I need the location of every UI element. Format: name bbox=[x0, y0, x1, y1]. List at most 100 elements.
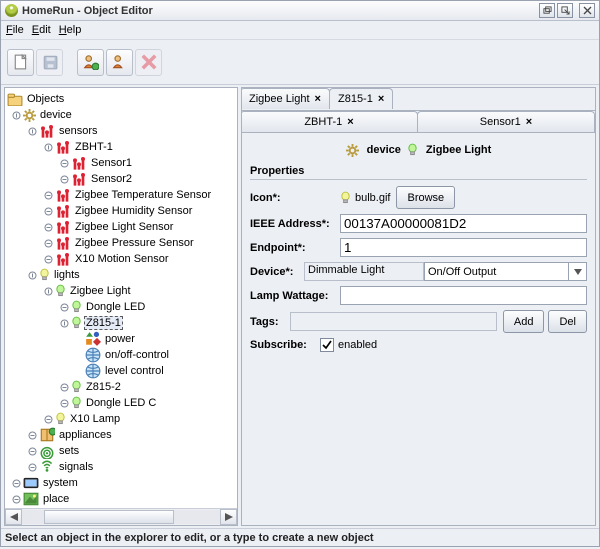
expand-icon[interactable] bbox=[41, 252, 55, 266]
ieee-input[interactable] bbox=[340, 214, 587, 233]
tree-level[interactable]: level control bbox=[5, 363, 237, 379]
close-icon[interactable]: × bbox=[347, 116, 353, 128]
tree-zhum[interactable]: Zigbee Humidity Sensor bbox=[5, 203, 237, 219]
gear-icon bbox=[346, 144, 359, 157]
expand-icon[interactable] bbox=[41, 236, 55, 250]
tabrow-top: Zigbee Light × Z815-1 × bbox=[241, 88, 595, 110]
hscrollbar[interactable] bbox=[5, 508, 237, 525]
tree-sensor2[interactable]: Sensor2 bbox=[5, 171, 237, 187]
tree-root[interactable]: Objects bbox=[5, 91, 237, 107]
globe-icon bbox=[85, 348, 101, 363]
close-icon[interactable]: × bbox=[378, 93, 384, 105]
tree-z8151[interactable]: Z815-1 bbox=[5, 315, 237, 331]
menu-edit[interactable]: Edit bbox=[32, 24, 51, 36]
tree-sets[interactable]: sets bbox=[5, 443, 237, 459]
del-button[interactable]: Del bbox=[548, 310, 587, 333]
sensor-icon bbox=[71, 172, 87, 187]
tree-dongleledc[interactable]: Dongle LED C bbox=[5, 395, 237, 411]
expand-icon[interactable] bbox=[41, 412, 55, 426]
tool-user-button[interactable] bbox=[106, 49, 133, 76]
scroll-right-button[interactable] bbox=[220, 509, 237, 525]
tree-signals[interactable]: signals bbox=[5, 459, 237, 475]
tree-device[interactable]: device bbox=[5, 107, 237, 123]
tree-zlight[interactable]: Zigbee Light Sensor bbox=[5, 219, 237, 235]
editor-body: device Zigbee Light Properties Icon*: bu… bbox=[242, 132, 595, 525]
bulb-icon bbox=[55, 284, 66, 298]
window-maximize-button[interactable] bbox=[557, 3, 573, 18]
endpoint-input[interactable] bbox=[340, 238, 587, 257]
chevron-down-icon[interactable] bbox=[569, 262, 587, 281]
tree-zigbeelight[interactable]: Zigbee Light bbox=[5, 283, 237, 299]
expand-icon[interactable] bbox=[57, 380, 71, 394]
expand-icon[interactable] bbox=[25, 444, 39, 458]
device-label: Device*: bbox=[250, 266, 304, 278]
sensor-icon bbox=[55, 188, 71, 203]
tree-system[interactable]: system bbox=[5, 475, 237, 491]
menubar: File Edit Help bbox=[1, 21, 599, 40]
menu-help[interactable]: Help bbox=[59, 24, 82, 36]
sensor-icon bbox=[71, 156, 87, 171]
app-icon bbox=[5, 4, 18, 17]
lampw-label: Lamp Wattage: bbox=[250, 290, 340, 302]
window-restore-button[interactable] bbox=[539, 3, 555, 18]
collapse-icon[interactable] bbox=[9, 108, 23, 122]
tree-dongleled[interactable]: Dongle LED bbox=[5, 299, 237, 315]
tab-z815-1[interactable]: Z815-1 × bbox=[329, 88, 393, 109]
tree-zpress[interactable]: Zigbee Pressure Sensor bbox=[5, 235, 237, 251]
scroll-thumb[interactable] bbox=[44, 510, 174, 524]
collapse-icon[interactable] bbox=[41, 140, 55, 154]
icon-label: Icon*: bbox=[250, 192, 340, 204]
tree-sensors[interactable]: sensors bbox=[5, 123, 237, 139]
tool-save-button[interactable] bbox=[36, 49, 63, 76]
expand-icon[interactable] bbox=[25, 428, 39, 442]
device-dropdown[interactable]: On/Off Output bbox=[424, 262, 569, 281]
scroll-left-button[interactable] bbox=[5, 509, 22, 525]
browse-button[interactable]: Browse bbox=[396, 186, 455, 209]
tree-sensor1[interactable]: Sensor1 bbox=[5, 155, 237, 171]
expand-icon[interactable] bbox=[9, 492, 23, 506]
signal-icon bbox=[39, 460, 55, 475]
lamp-wattage-input[interactable] bbox=[340, 286, 587, 305]
expand-icon[interactable] bbox=[9, 476, 23, 490]
tree-place[interactable]: place bbox=[5, 491, 237, 507]
tab-zigbee-light[interactable]: Zigbee Light × bbox=[241, 88, 330, 109]
tree-z8152[interactable]: Z815-2 bbox=[5, 379, 237, 395]
tree-lights[interactable]: lights bbox=[5, 267, 237, 283]
tab-sensor1[interactable]: Sensor1 × bbox=[417, 111, 595, 132]
add-button[interactable]: Add bbox=[503, 310, 545, 333]
tool-delete-button[interactable] bbox=[135, 49, 162, 76]
tree-ztemp[interactable]: Zigbee Temperature Sensor bbox=[5, 187, 237, 203]
tool-new-button[interactable] bbox=[7, 49, 34, 76]
tree-appliances[interactable]: appliances bbox=[5, 427, 237, 443]
expand-icon[interactable] bbox=[57, 396, 71, 410]
icon-value: bulb.gif bbox=[355, 192, 390, 204]
tree-zbht1[interactable]: ZBHT-1 bbox=[5, 139, 237, 155]
subscribe-checkbox[interactable] bbox=[320, 338, 334, 352]
expand-icon[interactable] bbox=[57, 300, 71, 314]
tree-power[interactable]: power bbox=[5, 331, 237, 347]
close-icon[interactable]: × bbox=[526, 116, 532, 128]
close-icon[interactable]: × bbox=[315, 93, 321, 105]
bulb-icon bbox=[71, 380, 82, 394]
statusbar: Select an object in the explorer to edit… bbox=[1, 528, 599, 546]
collapse-icon[interactable] bbox=[57, 316, 71, 330]
tab-zbht1[interactable]: ZBHT-1 × bbox=[241, 111, 418, 132]
expand-icon[interactable] bbox=[41, 204, 55, 218]
tool-add-user-button[interactable] bbox=[77, 49, 104, 76]
object-tree[interactable]: Objects device sensors ZBHT-1 bbox=[5, 88, 237, 508]
expand-icon[interactable] bbox=[41, 220, 55, 234]
expand-icon[interactable] bbox=[41, 188, 55, 202]
expand-icon[interactable] bbox=[25, 460, 39, 474]
endpoint-label: Endpoint*: bbox=[250, 242, 340, 254]
expand-icon[interactable] bbox=[57, 172, 71, 186]
collapse-icon[interactable] bbox=[25, 124, 39, 138]
tree-onoff[interactable]: on/off-control bbox=[5, 347, 237, 363]
menu-file[interactable]: File bbox=[6, 24, 24, 36]
expand-icon[interactable] bbox=[57, 156, 71, 170]
tags-display bbox=[290, 312, 497, 331]
tree-x10lamp[interactable]: X10 Lamp bbox=[5, 411, 237, 427]
collapse-icon[interactable] bbox=[41, 284, 55, 298]
tree-x10motion[interactable]: X10 Motion Sensor bbox=[5, 251, 237, 267]
window-close-button[interactable] bbox=[579, 3, 595, 18]
collapse-icon[interactable] bbox=[25, 268, 39, 282]
